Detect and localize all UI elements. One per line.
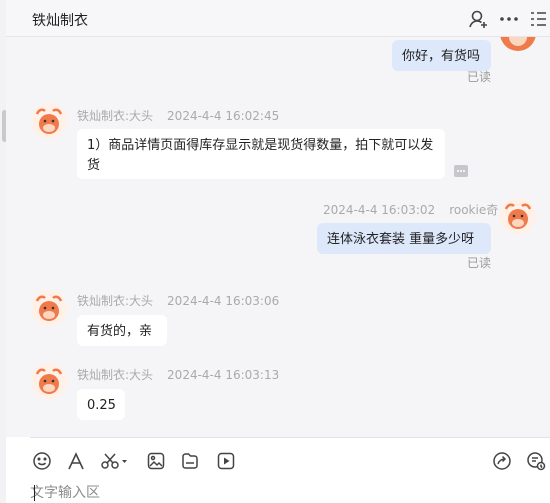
message-bubble-outgoing[interactable]: 你好，有货吗 bbox=[392, 40, 491, 71]
more-icon[interactable] bbox=[498, 8, 520, 30]
message-meta: 2024-4-4 16:03:02 rookie奇 bbox=[323, 201, 498, 218]
message-time: 2024-4-4 16:02:45 bbox=[167, 109, 280, 123]
message-time: 2024-4-4 16:03:06 bbox=[167, 294, 280, 308]
read-status: 已读 bbox=[467, 256, 492, 270]
message-bubble-incoming[interactable]: 0.25 bbox=[77, 389, 125, 420]
message-time: 2024-4-4 16:03:02 bbox=[323, 203, 436, 217]
avatar-shop[interactable] bbox=[31, 103, 67, 139]
message-time: 2024-4-4 16:03:13 bbox=[167, 368, 280, 382]
avatar-self[interactable] bbox=[500, 37, 536, 51]
avatar-shop[interactable] bbox=[31, 363, 67, 399]
sender-name: 铁灿制衣:大头 bbox=[77, 294, 154, 308]
sender-name: 铁灿制衣:大头 bbox=[77, 368, 154, 382]
file-icon[interactable] bbox=[180, 451, 200, 471]
avatar-shop[interactable] bbox=[31, 290, 67, 326]
font-icon[interactable] bbox=[66, 451, 86, 471]
text-caret bbox=[34, 485, 35, 501]
message-bubble-outgoing[interactable]: 连体泳衣套装 重量多少呀 bbox=[317, 223, 491, 254]
message-meta: 铁灿制衣:大头 2024-4-4 16:03:13 bbox=[77, 366, 279, 383]
message-bubble-incoming[interactable]: 1）商品详情页面得库存显示就是现货得数量，拍下就可以发货 bbox=[77, 129, 445, 179]
scissors-icon[interactable] bbox=[100, 451, 128, 471]
message-meta: 铁灿制衣:大头 2024-4-4 16:02:45 bbox=[77, 107, 279, 124]
emoji-icon[interactable] bbox=[32, 451, 52, 471]
message-list[interactable]: 你好，有货吗 已读 铁灿制衣:大头 2024-4-4 16:02:45 1）商品详… bbox=[6, 37, 550, 437]
quick-reply-icon[interactable] bbox=[526, 451, 546, 471]
chat-header: 铁灿制衣 bbox=[6, 0, 550, 37]
menu-list-icon[interactable] bbox=[527, 8, 549, 30]
chat-title: 铁灿制衣 bbox=[32, 13, 88, 29]
sender-name: 铁灿制衣:大头 bbox=[77, 109, 154, 123]
message-more-icon[interactable] bbox=[454, 165, 468, 177]
share-icon[interactable] bbox=[492, 451, 512, 471]
video-icon[interactable] bbox=[216, 451, 236, 471]
message-meta: 铁灿制衣:大头 2024-4-4 16:03:06 bbox=[77, 292, 279, 309]
message-input-area[interactable] bbox=[30, 483, 540, 503]
image-icon[interactable] bbox=[146, 451, 166, 471]
avatar-self[interactable] bbox=[500, 198, 536, 234]
sender-name: rookie奇 bbox=[449, 203, 499, 217]
message-bubble-incoming[interactable]: 有货的，亲 bbox=[77, 315, 167, 346]
input-toolbar bbox=[6, 438, 550, 483]
message-input[interactable] bbox=[30, 483, 540, 503]
read-status: 已读 bbox=[467, 70, 492, 84]
add-user-icon[interactable] bbox=[467, 8, 489, 30]
